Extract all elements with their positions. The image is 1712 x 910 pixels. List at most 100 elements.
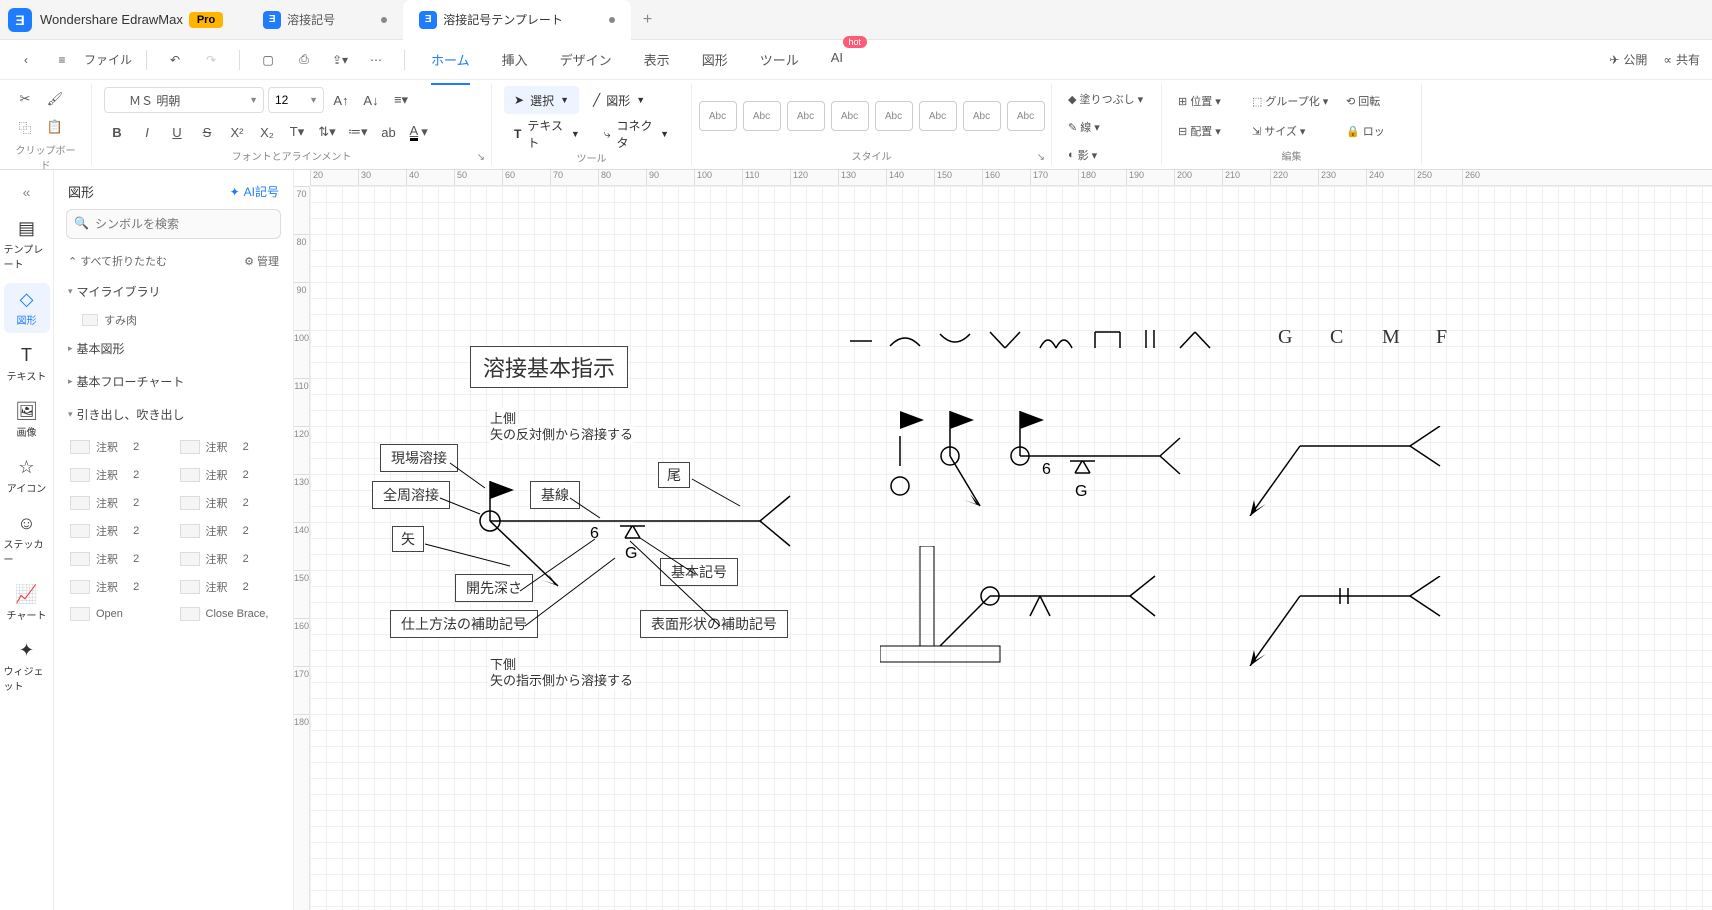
rail-image[interactable]: 🖼画像 bbox=[4, 395, 50, 445]
label-upper2[interactable]: 矢の反対側から溶接する bbox=[490, 424, 633, 443]
label-arrow[interactable]: 矢 bbox=[392, 526, 424, 552]
publish-button[interactable]: ✈ 公開 bbox=[1609, 51, 1647, 68]
rail-template[interactable]: ▤テンプレート bbox=[4, 212, 50, 277]
position-button[interactable]: ⊞ 位置▾ bbox=[1174, 88, 1244, 114]
shape-item[interactable]: 注釈 2 bbox=[176, 463, 282, 487]
style-preset[interactable]: Abc bbox=[875, 101, 913, 131]
tab-view[interactable]: 表示 bbox=[644, 42, 670, 77]
undo-button[interactable]: ↶ bbox=[161, 46, 189, 74]
shapes-search-input[interactable] bbox=[66, 209, 281, 239]
style-gallery[interactable]: Abc Abc Abc Abc Abc Abc Abc Abc bbox=[699, 101, 1045, 131]
label-surface-aux[interactable]: 表面形状の補助記号 bbox=[640, 610, 788, 638]
cut-button[interactable]: ✂ bbox=[12, 86, 38, 112]
shape-item[interactable]: Close Brace, bbox=[176, 603, 282, 625]
format-painter-button[interactable]: 🖌 bbox=[42, 86, 68, 112]
weld-example-2[interactable] bbox=[1230, 426, 1460, 516]
weld-example-1[interactable]: 6 G bbox=[880, 406, 1200, 516]
style-preset[interactable]: Abc bbox=[787, 101, 825, 131]
doc-tab-2[interactable]: Ǝ 溶接記号テンプレート bbox=[403, 0, 631, 40]
collapse-all-button[interactable]: ⌃ すべて折りたたむ bbox=[68, 253, 167, 269]
group-button[interactable]: ⬚ グループ化▾ bbox=[1248, 88, 1338, 114]
tab-home[interactable]: ホーム bbox=[431, 42, 470, 77]
clear-format-button[interactable]: ab bbox=[376, 119, 402, 145]
share-button[interactable]: ∝ 共有 bbox=[1663, 51, 1700, 68]
symbol-letter-C[interactable]: C bbox=[1330, 326, 1343, 349]
shape-item[interactable]: 注釈 2 bbox=[66, 463, 172, 487]
shape-item[interactable]: 注釈 2 bbox=[176, 435, 282, 459]
paste-button[interactable]: 📋 bbox=[42, 114, 68, 140]
size-button[interactable]: ⇲ サイズ▾ bbox=[1248, 118, 1338, 144]
style-preset[interactable]: Abc bbox=[699, 101, 737, 131]
subscript-button[interactable]: X₂ bbox=[254, 119, 280, 145]
more-button[interactable]: ⋯ bbox=[362, 46, 390, 74]
category-callouts[interactable]: 引き出し、吹き出し bbox=[54, 398, 293, 431]
weld-example-3[interactable] bbox=[880, 546, 1200, 666]
bold-button[interactable]: B bbox=[104, 119, 130, 145]
group-launcher-icon[interactable]: ↘ bbox=[1037, 152, 1045, 163]
tab-tool[interactable]: ツール bbox=[760, 42, 799, 77]
style-preset[interactable]: Abc bbox=[831, 101, 869, 131]
rail-chart[interactable]: 📈チャート bbox=[4, 578, 50, 628]
text-tool-button[interactable]: T テキスト ▼ bbox=[504, 120, 590, 148]
rail-widget[interactable]: ✦ウィジェット bbox=[4, 634, 50, 699]
style-preset[interactable]: Abc bbox=[919, 101, 957, 131]
shape-item[interactable]: Open bbox=[66, 603, 172, 625]
save-button[interactable]: ▢ bbox=[254, 46, 282, 74]
style-preset[interactable]: Abc bbox=[963, 101, 1001, 131]
canvas[interactable]: 溶接基本指示 6 bbox=[310, 186, 1712, 910]
align-button[interactable]: ⊟ 配置▾ bbox=[1174, 118, 1244, 144]
style-preset[interactable]: Abc bbox=[743, 101, 781, 131]
shape-item[interactable]: 注釈 2 bbox=[176, 491, 282, 515]
label-reference-line[interactable]: 基線 bbox=[530, 481, 580, 509]
doc-tab-1[interactable]: Ǝ 溶接記号 bbox=[247, 0, 403, 40]
shape-item[interactable]: 注釈 2 bbox=[66, 547, 172, 571]
shape-item[interactable]: 注釈 2 bbox=[176, 547, 282, 571]
canvas-title-box[interactable]: 溶接基本指示 bbox=[470, 346, 628, 388]
label-basic-symbol[interactable]: 基本記号 bbox=[660, 558, 738, 586]
align-left-button[interactable]: ≡▾ bbox=[388, 87, 414, 113]
file-menu[interactable]: ファイル bbox=[84, 51, 132, 68]
increase-font-button[interactable]: A↑ bbox=[328, 87, 354, 113]
canvas-area[interactable]: 2030405060708090100110120130140150160170… bbox=[294, 170, 1712, 910]
shape-item[interactable]: 注釈 2 bbox=[66, 575, 172, 599]
rail-shape[interactable]: ◇図形 bbox=[4, 283, 50, 333]
superscript-button[interactable]: X² bbox=[224, 119, 250, 145]
label-field-weld[interactable]: 現場溶接 bbox=[380, 444, 458, 472]
line-spacing-button[interactable]: ⇅▾ bbox=[314, 119, 340, 145]
category-my-library[interactable]: マイライブラリ bbox=[54, 275, 293, 308]
text-case-button[interactable]: T▾ bbox=[284, 119, 310, 145]
menu-icon[interactable]: ≡ bbox=[48, 46, 76, 74]
shadow-button[interactable]: ◐ 影▾ bbox=[1064, 142, 1164, 168]
font-color-button[interactable]: A▾ bbox=[406, 119, 432, 145]
label-lower2[interactable]: 矢の指示側から溶接する bbox=[490, 670, 633, 689]
style-preset[interactable]: Abc bbox=[1007, 101, 1045, 131]
underline-button[interactable]: U bbox=[164, 119, 190, 145]
font-family-select[interactable] bbox=[104, 87, 264, 113]
tab-design[interactable]: デザイン bbox=[560, 42, 612, 77]
new-tab-button[interactable]: + bbox=[631, 11, 664, 29]
label-finish-aux[interactable]: 仕上方法の補助記号 bbox=[390, 610, 538, 638]
library-sub-sumi[interactable]: すみ肉 bbox=[54, 308, 293, 332]
tab-shape[interactable]: 図形 bbox=[702, 42, 728, 77]
symbol-letter-G[interactable]: G bbox=[1278, 326, 1292, 349]
category-basic-shapes[interactable]: 基本図形 bbox=[54, 332, 293, 365]
lock-button[interactable]: 🔒 ロッ bbox=[1342, 118, 1398, 144]
print-button[interactable]: ⎙ bbox=[290, 46, 318, 74]
copy-button[interactable]: ⿻ bbox=[12, 114, 38, 140]
rotate-button[interactable]: ⟲ 回転 bbox=[1342, 88, 1398, 114]
rail-icon[interactable]: ☆アイコン bbox=[4, 451, 50, 501]
export-button[interactable]: ⇪▾ bbox=[326, 46, 354, 74]
rail-text[interactable]: Tテキスト bbox=[4, 339, 50, 389]
symbol-letter-M[interactable]: M bbox=[1382, 326, 1400, 349]
redo-button[interactable]: ↷ bbox=[197, 46, 225, 74]
shape-item[interactable]: 注釈 2 bbox=[176, 519, 282, 543]
italic-button[interactable]: I bbox=[134, 119, 160, 145]
category-basic-flowchart[interactable]: 基本フローチャート bbox=[54, 365, 293, 398]
tab-ai[interactable]: AI hot bbox=[831, 42, 843, 77]
tab-insert[interactable]: 挿入 bbox=[502, 42, 528, 77]
line-button[interactable]: ✎ 線▾ bbox=[1064, 114, 1164, 140]
select-tool-button[interactable]: ➤ 選択 ▼ bbox=[504, 86, 579, 114]
decrease-font-button[interactable]: A↓ bbox=[358, 87, 384, 113]
shape-item[interactable]: 注釈 2 bbox=[66, 491, 172, 515]
shape-item[interactable]: 注釈 2 bbox=[176, 575, 282, 599]
